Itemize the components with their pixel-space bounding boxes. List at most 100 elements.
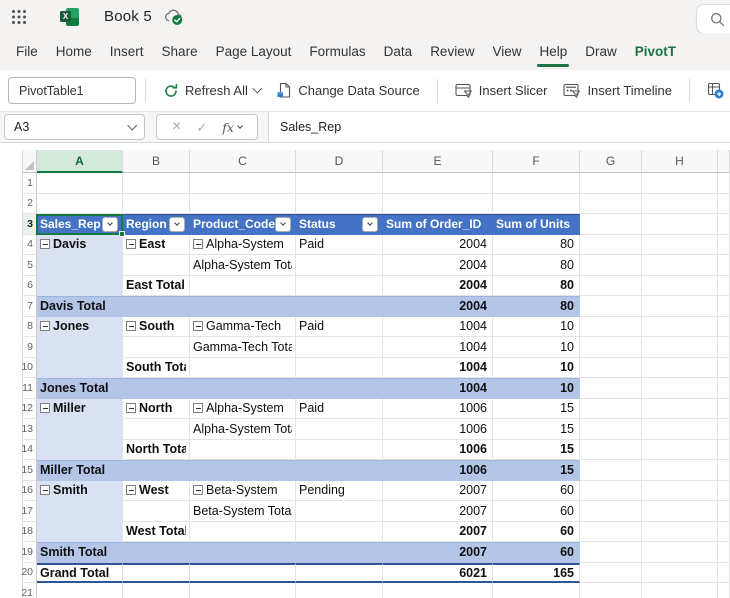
row-header-3[interactable]: 3 [22, 214, 37, 235]
cell-E10[interactable]: 1004 [383, 357, 493, 378]
cell-A6[interactable] [37, 275, 123, 296]
collapse-minus-icon[interactable] [126, 239, 136, 250]
tab-help[interactable]: Help [530, 33, 576, 70]
row-header-14[interactable]: 14 [21, 439, 37, 460]
cell-D1[interactable] [296, 173, 383, 194]
cell-G13[interactable] [580, 419, 642, 440]
cell-F4[interactable]: 80 [493, 234, 580, 255]
cell-A8[interactable]: Jones [37, 316, 123, 337]
cell-G10[interactable] [580, 357, 642, 378]
cell-E3[interactable]: Sum of Order_ID [383, 214, 493, 235]
cell-C10[interactable] [190, 357, 296, 378]
cell-E14[interactable]: 1006 [383, 439, 493, 460]
cell-H7[interactable] [642, 296, 718, 317]
cell-I7[interactable] [718, 296, 730, 317]
cell-E6[interactable]: 2004 [383, 275, 493, 296]
pivottable-name-input[interactable] [8, 77, 136, 104]
cell-B15[interactable] [123, 460, 190, 481]
cell-F18[interactable]: 60 [493, 521, 580, 542]
cell-H17[interactable] [642, 501, 718, 522]
cell-D18[interactable] [296, 521, 383, 542]
row-header-18[interactable]: 18 [21, 521, 37, 542]
cell-G5[interactable] [580, 255, 642, 276]
collapse-minus-icon[interactable] [193, 321, 203, 332]
cell-D2[interactable] [296, 193, 383, 214]
collapse-minus-icon[interactable] [126, 485, 136, 496]
cell-I15[interactable] [718, 460, 730, 481]
collapse-minus-icon[interactable] [40, 485, 50, 496]
cell-D17[interactable] [296, 501, 383, 522]
cell-D15[interactable] [296, 460, 383, 481]
cell-H19[interactable] [642, 542, 718, 563]
cell-C14[interactable] [190, 439, 296, 460]
cell-F1[interactable] [493, 173, 580, 194]
cell-F6[interactable]: 80 [493, 275, 580, 296]
cell-F14[interactable]: 15 [493, 439, 580, 460]
cell-I14[interactable] [718, 439, 730, 460]
cell-G3[interactable] [580, 214, 642, 235]
cell-C17[interactable]: Beta-System Total [190, 501, 296, 522]
cell-A14[interactable] [37, 439, 123, 460]
cell-A12[interactable]: Miller [37, 398, 123, 419]
cell-I5[interactable] [718, 255, 730, 276]
cell-A7[interactable]: Davis Total [37, 296, 123, 317]
column-header-D[interactable]: D [296, 150, 383, 173]
row-header-13[interactable]: 13 [21, 419, 37, 440]
cell-G6[interactable] [580, 275, 642, 296]
cell-I4[interactable] [718, 234, 730, 255]
cell-B19[interactable] [123, 542, 190, 563]
cell-I18[interactable] [718, 521, 730, 542]
cell-D11[interactable] [296, 378, 383, 399]
cell-H14[interactable] [642, 439, 718, 460]
tab-insert[interactable]: Insert [101, 33, 153, 70]
row-header-17[interactable]: 17 [21, 501, 37, 522]
collapse-minus-icon[interactable] [193, 403, 203, 414]
row-header-1[interactable]: 1 [22, 173, 37, 194]
tab-share[interactable]: Share [153, 33, 207, 70]
cell-C11[interactable] [190, 378, 296, 399]
cell-E1[interactable] [383, 173, 493, 194]
column-header-F[interactable]: F [493, 150, 580, 173]
cell-G17[interactable] [580, 501, 642, 522]
cell-E2[interactable] [383, 193, 493, 214]
cell-G4[interactable] [580, 234, 642, 255]
cell-A2[interactable] [37, 193, 123, 214]
cell-C3[interactable]: Product_Code [190, 214, 296, 235]
cell-F17[interactable]: 60 [493, 501, 580, 522]
row-header-2[interactable]: 2 [22, 193, 37, 214]
cell-F20[interactable]: 165 [493, 562, 580, 583]
cell-H2[interactable] [642, 193, 718, 214]
cell-D20[interactable] [296, 562, 383, 583]
collapse-minus-icon[interactable] [126, 321, 136, 332]
cell-A3[interactable]: Sales_Rep [36, 214, 125, 237]
cell-E5[interactable]: 2004 [383, 255, 493, 276]
cell-I10[interactable] [718, 357, 730, 378]
cell-B9[interactable] [123, 337, 190, 358]
cell-H8[interactable] [642, 316, 718, 337]
cell-B11[interactable] [123, 378, 190, 399]
cell-D5[interactable] [296, 255, 383, 276]
cell-B3[interactable]: Region [123, 214, 190, 235]
row-header-12[interactable]: 12 [21, 398, 37, 419]
cell-I20[interactable] [718, 562, 730, 583]
cell-F7[interactable]: 80 [493, 296, 580, 317]
cell-D14[interactable] [296, 439, 383, 460]
row-header-6[interactable]: 6 [22, 275, 37, 296]
column-header-A[interactable]: A [37, 150, 123, 173]
cell-C13[interactable]: Alpha-System Total [190, 419, 296, 440]
row-header-15[interactable]: 15 [21, 460, 37, 481]
cell-G7[interactable] [580, 296, 642, 317]
cell-G14[interactable] [580, 439, 642, 460]
cell-B16[interactable]: West [123, 480, 190, 501]
cell-E4[interactable]: 2004 [383, 234, 493, 255]
cell-C2[interactable] [190, 193, 296, 214]
collapse-minus-icon[interactable] [193, 239, 203, 250]
cell-G11[interactable] [580, 378, 642, 399]
cell-C19[interactable] [190, 542, 296, 563]
cell-F11[interactable]: 10 [493, 378, 580, 399]
cell-F2[interactable] [493, 193, 580, 214]
collapse-minus-icon[interactable] [40, 403, 50, 414]
cell-H15[interactable] [642, 460, 718, 481]
cell-H20[interactable] [642, 562, 718, 583]
search-box[interactable] [696, 4, 730, 34]
